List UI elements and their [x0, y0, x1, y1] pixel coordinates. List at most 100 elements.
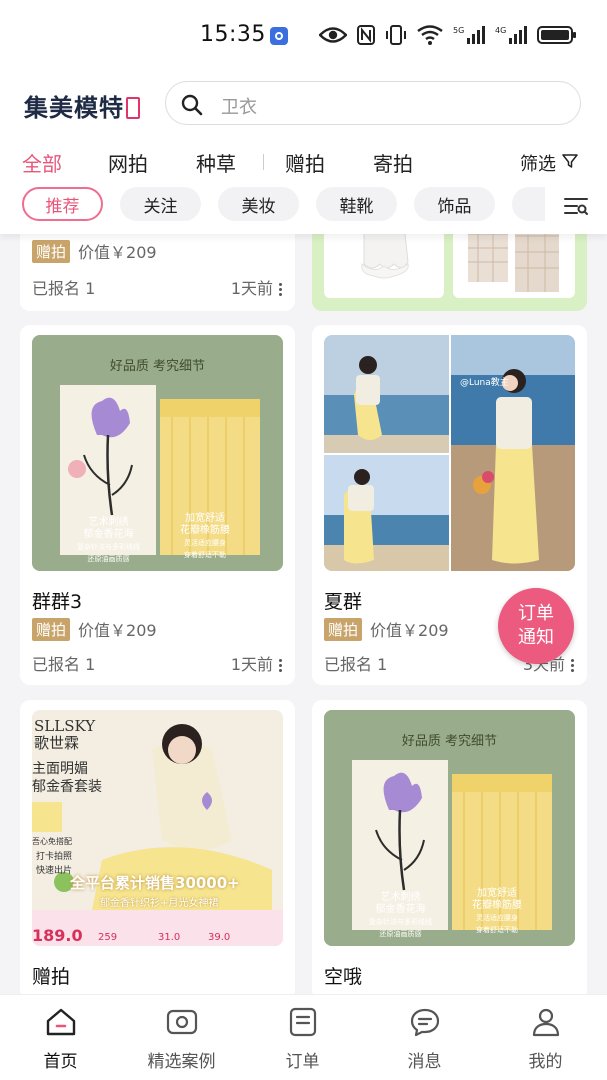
chip-shoes[interactable]: 鞋靴: [316, 187, 397, 221]
nav-orders[interactable]: 订单: [242, 1005, 363, 1072]
post-card[interactable]: SLLSKY 歌世霖 主面明媚 郁金香套装 吾心免搭配 打卡拍照 快速出片 全平台累计…: [20, 700, 295, 994]
filter-button[interactable]: 筛选: [520, 150, 578, 176]
search-input[interactable]: 卫衣: [165, 81, 581, 125]
post-image: SLLSKY 歌世霖 主面明媚 郁金香套装 吾心免搭配 打卡拍照 快速出片 全平台累计…: [32, 710, 283, 946]
battery-icon: [537, 24, 577, 46]
status-icons: 5G 4G: [319, 24, 577, 46]
category-tabs: 全部 网拍 种草 赠拍 寄拍 筛选: [0, 138, 607, 182]
post-title: 夏群: [324, 591, 363, 613]
app-logo: 集美模特: [24, 88, 140, 123]
bottom-navigation: 首页 精选案例 订单 消息 我的: [0, 994, 607, 1080]
chip-recommend[interactable]: 推荐: [22, 187, 103, 221]
post-card[interactable]: 好品质 考究细节 艺术刺绣 郁金香花海 复杂针法与多彩线线 还原油画质感 加宽舒适 花瓣…: [20, 325, 295, 685]
message-icon: [364, 1005, 485, 1039]
item-value: 价值￥209: [370, 621, 449, 640]
profile-icon: [485, 1005, 606, 1039]
image-caption-left: 艺术刺绣 郁金香花海 复杂针法与多彩线线 还原油画质感: [369, 892, 432, 938]
tab-gift-shoot[interactable]: 赠拍: [285, 148, 325, 177]
svg-text:4G: 4G: [495, 26, 506, 35]
image-headline: 好品质 考究细节: [401, 734, 498, 749]
nav-home[interactable]: 首页: [0, 1005, 121, 1072]
tab-seeding[interactable]: 种草: [196, 148, 236, 177]
card-meta: 已报名 1 1天前: [32, 275, 283, 299]
post-title: 赠拍: [32, 966, 71, 988]
time-label: 1天前: [230, 279, 273, 298]
image-price-2: 259: [98, 932, 118, 943]
search-placeholder: 卫衣: [221, 97, 257, 118]
order-notice-button[interactable]: 订单 通知: [498, 588, 574, 664]
image-headline: 好品质 考究细节: [109, 359, 206, 374]
image-caption-right: 加宽舒适 花瓣橡筋腰 灵活适应腰身 穿着舒适不勒: [472, 888, 522, 934]
tab-consign-shoot[interactable]: 寄拍: [373, 148, 413, 177]
category-menu-button[interactable]: [545, 182, 607, 234]
signup-count: 已报名 1: [32, 655, 96, 674]
image-feature-2: 打卡拍照 快速出片: [36, 852, 73, 876]
sub-category-chips: 推荐 关注 美妆 鞋靴 饰品: [0, 182, 607, 234]
signup-count: 已报名 1: [324, 655, 388, 674]
nav-profile-label: 我的: [528, 1052, 563, 1072]
more-options-icon[interactable]: [279, 657, 283, 674]
signup-count: 已报名 1: [32, 279, 96, 298]
chip-accessories[interactable]: 饰品: [414, 187, 495, 221]
filter-label: 筛选: [520, 154, 556, 175]
post-title: 空哦: [324, 966, 363, 988]
camera-icon: [121, 1005, 242, 1039]
nav-messages-label: 消息: [407, 1052, 442, 1072]
image-caption-right: 加宽舒适 花瓣橡筋腰 灵活适应腰身 穿着舒适不勒: [180, 513, 230, 559]
vibrate-icon: [385, 24, 407, 46]
nav-messages[interactable]: 消息: [364, 1005, 485, 1072]
notification-icon: [270, 27, 288, 45]
image-caption-left: 艺术刺绣 郁金香花海 复杂针法与多彩线线 还原油画质感: [77, 517, 140, 563]
post-title: 群群3: [32, 591, 83, 613]
logo-text: 集美模特: [24, 93, 124, 122]
nfc-icon: [357, 24, 375, 46]
gift-badge: 赠拍: [32, 239, 71, 263]
nav-featured-label: 精选案例: [147, 1052, 216, 1072]
tab-online-shoot[interactable]: 网拍: [108, 148, 148, 177]
home-icon: [0, 1005, 121, 1039]
chip-beauty[interactable]: 美妆: [218, 187, 299, 221]
post-card[interactable]: [312, 234, 587, 311]
search-icon: [180, 93, 204, 121]
image-tagline: 主面明媚 郁金香套装: [32, 761, 102, 795]
image-price: 189.0: [32, 926, 83, 945]
status-bar: 15:35 5G 4G: [0, 0, 607, 72]
post-image: 好品质 考究细节 艺术刺绣 郁金香花海 复杂针法与多彩线线 还原油画质感 加宽舒适 花瓣…: [32, 335, 283, 571]
tab-divider: [263, 154, 264, 170]
nav-home-label: 首页: [43, 1052, 78, 1072]
image-price-3: 31.0: [158, 932, 181, 943]
logo-badge-icon: [126, 97, 140, 119]
post-time: 1天前: [231, 275, 283, 299]
nav-featured-cases[interactable]: 精选案例: [121, 1005, 242, 1072]
status-time: 15:35: [200, 22, 266, 47]
product-image-skirt: [324, 234, 444, 298]
post-time: 1天前: [231, 651, 283, 675]
gift-badge: 赠拍: [324, 617, 363, 641]
tab-all[interactable]: 全部: [22, 148, 62, 177]
4g-signal-icon: 4G: [495, 24, 527, 46]
image-sales-banner: 全平台累计销售30000+: [70, 874, 240, 892]
wifi-icon: [417, 24, 443, 46]
time-label: 1天前: [230, 655, 273, 674]
more-options-icon[interactable]: [571, 657, 575, 674]
image-product-name: 郁金香针织衫+月光女神裙: [100, 898, 219, 909]
post-card[interactable]: 赠拍 价值￥209 已报名 1 1天前: [20, 234, 295, 311]
brand-logo: SLLSKY 歌世霖: [34, 717, 96, 752]
post-card[interactable]: 好品质 考究细节 艺术刺绣 郁金香花海 复杂针法与多彩线线 还原油画质感 加宽舒适 花瓣…: [312, 700, 587, 994]
gift-badge: 赠拍: [32, 617, 71, 641]
chip-following[interactable]: 关注: [120, 187, 201, 221]
app-header: 集美模特 卫衣: [0, 72, 607, 138]
gift-row: 赠拍 价值￥209: [32, 617, 157, 641]
image-price-4: 39.0: [208, 932, 231, 943]
card-meta: 已报名 1 1天前: [32, 651, 283, 675]
gift-row: 赠拍 价值￥209: [32, 239, 157, 263]
item-value: 价值￥209: [78, 621, 157, 640]
nav-profile[interactable]: 我的: [485, 1005, 606, 1072]
more-options-icon[interactable]: [279, 281, 283, 298]
eye-icon: [319, 24, 347, 46]
order-icon: [242, 1005, 363, 1039]
image-feature-1: 吾心免搭配: [32, 837, 72, 846]
5g-signal-icon: 5G: [453, 24, 485, 46]
nav-orders-label: 订单: [285, 1052, 320, 1072]
product-image-pajamas: [453, 234, 575, 298]
